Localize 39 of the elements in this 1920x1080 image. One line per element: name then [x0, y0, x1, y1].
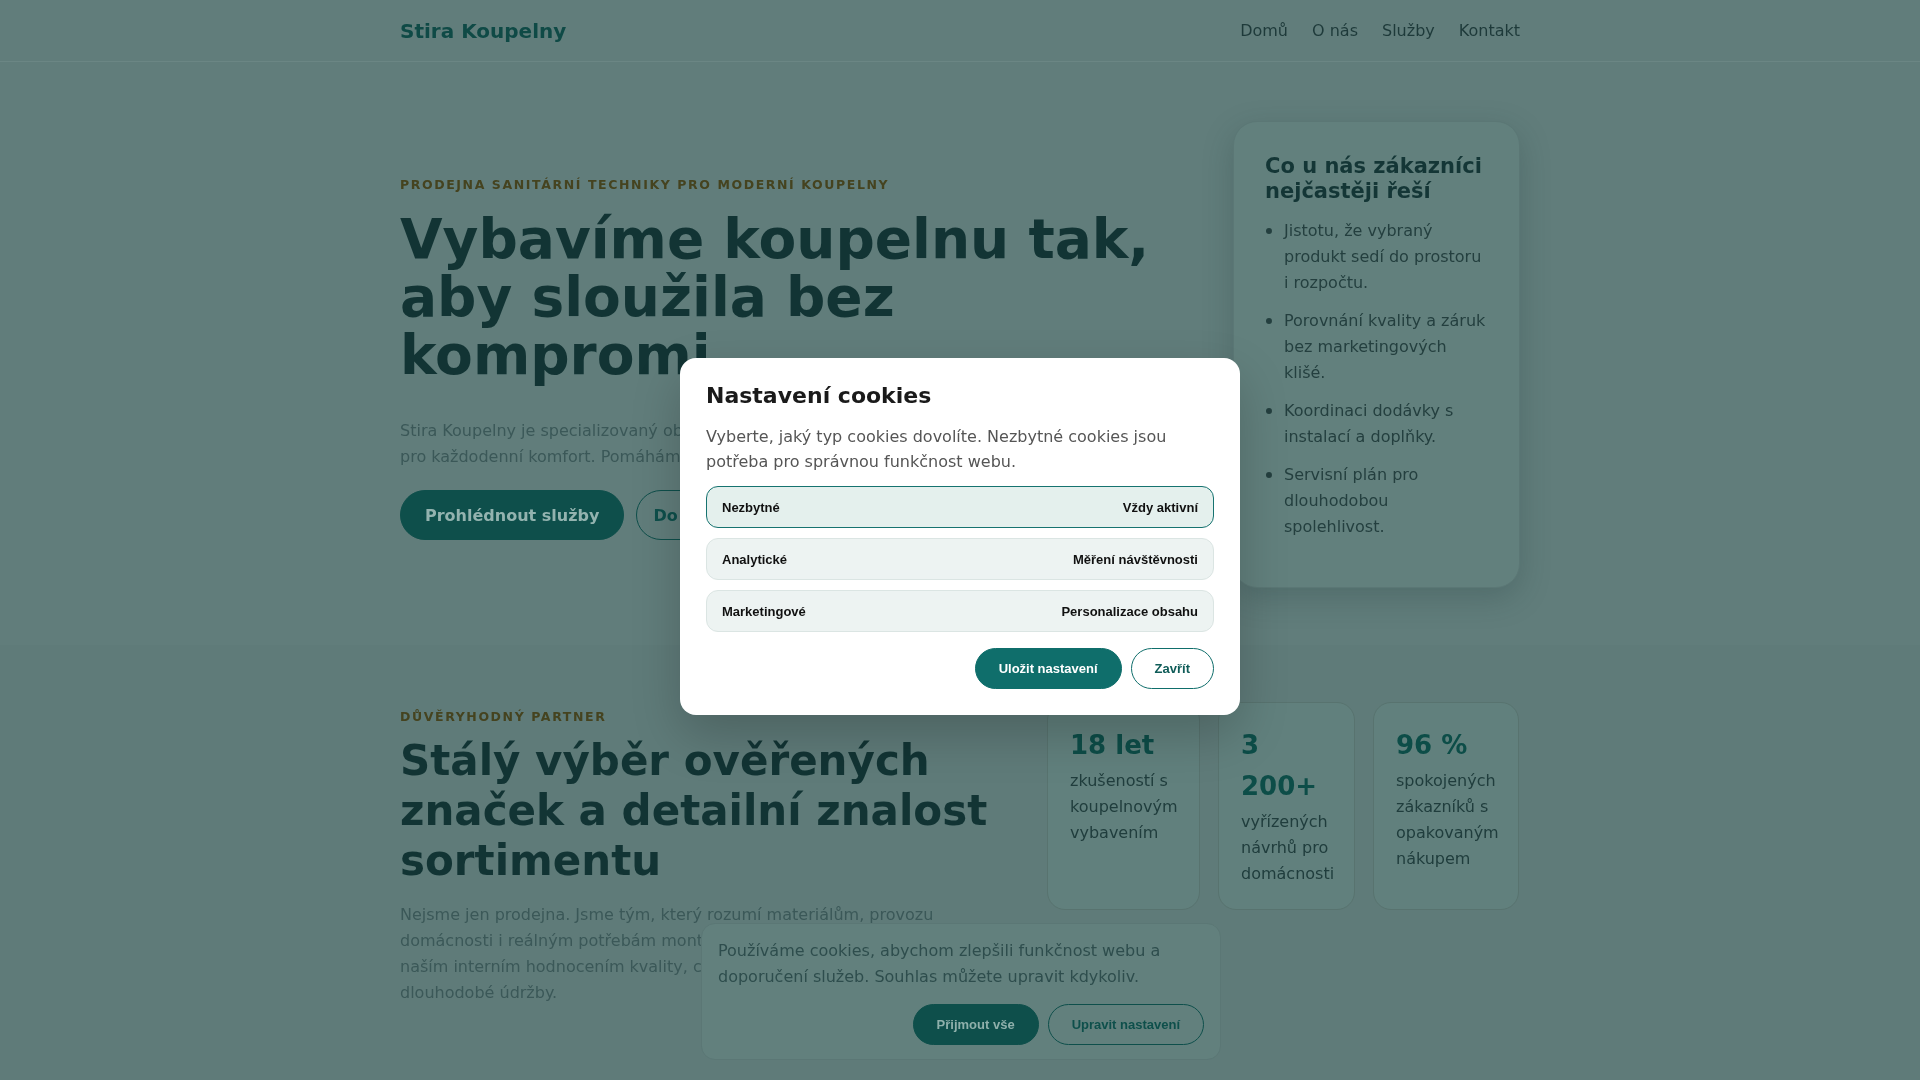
stat-value: 96 % — [1396, 729, 1469, 762]
card-heading: Co u nás zákazníci nejčastěji řeší — [1265, 154, 1483, 204]
cookie-category-row[interactable]: Nezbytné Vždy aktivní — [706, 486, 1214, 528]
list-item-text: Koordinaci dodávky s instalací a doplňky. — [1284, 400, 1455, 448]
brand-logo-text[interactable]: Stira Koupelny — [400, 18, 567, 43]
nav-link[interactable]: Služby — [1382, 21, 1435, 40]
stat-label: vyřízených návrhů pro domácnosti — [1241, 811, 1336, 885]
category-status: Vždy aktivní — [1122, 499, 1198, 515]
nav-link[interactable]: Domů — [1240, 21, 1288, 40]
hero-heading-line: Vybavíme koupelnu tak, — [400, 210, 1150, 268]
category-status: Personalizace obsahu — [1061, 603, 1198, 619]
stat-value: 3 200+ — [1241, 729, 1319, 803]
stat-label: spokojených zákazníků s opakovaným nákupem — [1396, 770, 1500, 870]
dialog-text: Vyberte, jaký typ cookies dovolíte. Nezbytné cookies jsou potřeba pro správnou funkčnost webu. — [706, 426, 1168, 473]
hero-button[interactable]: Prohlédnout služby — [400, 490, 625, 540]
list-item-text: Servisní plán pro dlouhodobou spolehlivost. — [1284, 464, 1420, 538]
cookie-button[interactable]: Přijmout vše — [912, 1004, 1039, 1045]
eyebrow-text: DŮVĚRYHODNÝ PARTNER — [400, 709, 608, 724]
bullet-icon — [1266, 408, 1272, 414]
category-name: Nezbytné — [722, 499, 780, 515]
dialog-title: Nastavení cookies — [706, 382, 933, 410]
category-status: Měření návštěvnosti — [1073, 551, 1198, 567]
category-name: Marketingové — [722, 603, 806, 619]
cookie-category-row[interactable]: Analytické Měření návštěvnosti — [706, 538, 1214, 580]
list-item-text: Jistotu, že vybraný produkt sedí do prostoru i rozpočtu. — [1284, 220, 1483, 294]
bullet-icon — [1266, 318, 1272, 324]
category-name: Analytické — [722, 551, 788, 567]
nav-link[interactable]: Kontakt — [1458, 21, 1520, 40]
stat-label: zkušeností s koupelnovým vybavením — [1070, 770, 1179, 844]
dialog-button[interactable]: Uložit nastavení — [974, 648, 1122, 689]
dialog-button[interactable]: Zavřít — [1130, 648, 1214, 689]
eyebrow-text: PRODEJNA SANITÁRNÍ TECHNIKY PRO MODERNÍ KOUPELNY — [400, 177, 891, 192]
bullet-icon — [1266, 228, 1272, 234]
section-heading: Stálý výběr ověřených značek a detailní znalost sortimentu — [400, 736, 989, 886]
bullet-icon — [1266, 472, 1272, 478]
cookie-category-row[interactable]: Marketingové Personalizace obsahu — [706, 590, 1214, 632]
list-item-text: Porovnání kvality a záruk bez marketingových klišé. — [1284, 310, 1487, 384]
nav-link[interactable]: O nás — [1312, 21, 1358, 40]
stat-value: 18 let — [1070, 729, 1156, 762]
